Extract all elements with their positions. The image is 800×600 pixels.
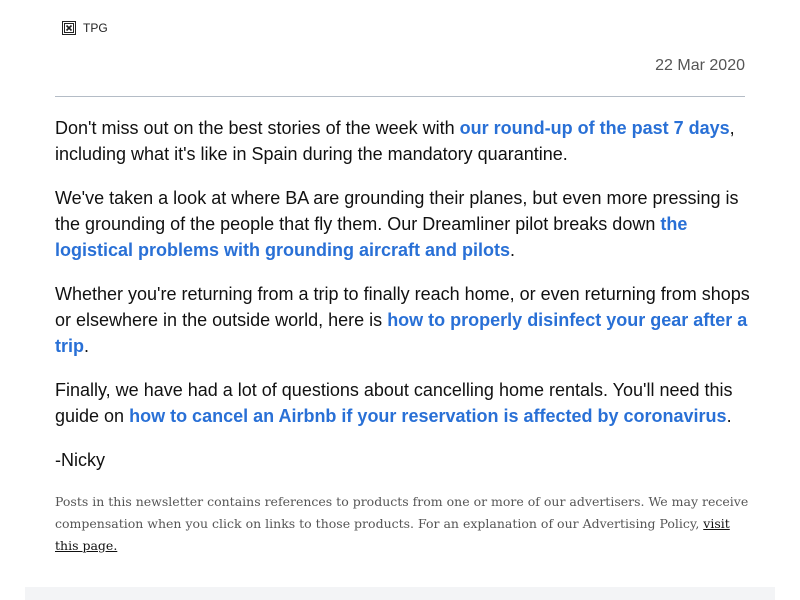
paragraph-roundup: Don't miss out on the best stories of th… [55,115,750,167]
newsletter-body: Don't miss out on the best stories of th… [55,115,750,491]
paragraph-grounding: We've taken a look at where BA are groun… [55,185,750,263]
paragraph-text: . [84,336,90,356]
footer-band [25,587,775,600]
signature: -Nicky [55,450,105,470]
paragraph-text: . [510,240,516,260]
paragraph-text: We've taken a look at where BA are groun… [55,188,739,234]
paragraph-text: Don't miss out on the best stories of th… [55,118,460,138]
logo[interactable]: TPG [62,21,108,35]
logo-alt-text: TPG [83,21,108,35]
disclaimer-text: Posts in this newsletter contains refere… [55,494,749,531]
airbnb-link[interactable]: how to cancel an Airbnb if your reservat… [129,406,726,426]
broken-image-icon [62,21,76,35]
header-divider [55,96,745,97]
advertiser-disclaimer: Posts in this newsletter contains refere… [55,491,755,557]
newsletter-date: 22 Mar 2020 [655,57,745,74]
roundup-link[interactable]: our round-up of the past 7 days [460,118,730,138]
paragraph-disinfect: Whether you're returning from a trip to … [55,281,750,359]
paragraph-airbnb: Finally, we have had a lot of questions … [55,377,750,429]
paragraph-text: . [726,406,732,426]
